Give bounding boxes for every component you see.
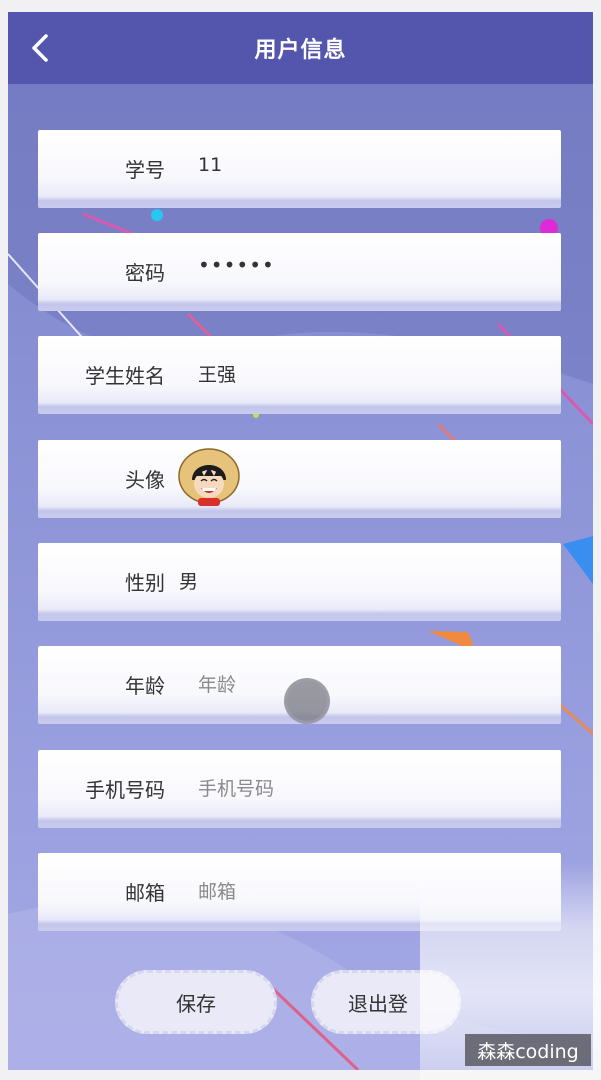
password-value[interactable]: •••••• bbox=[198, 253, 275, 277]
student-id-field[interactable]: 学号 11 bbox=[38, 130, 561, 208]
avatar[interactable] bbox=[178, 446, 242, 508]
student-name-label: 学生姓名 bbox=[85, 364, 165, 388]
gender-field[interactable]: 性别 男 bbox=[38, 543, 561, 621]
gender-label: 性别 bbox=[125, 571, 165, 595]
watermark: 森森coding bbox=[465, 1034, 591, 1066]
student-name-value[interactable]: 王强 bbox=[198, 360, 236, 387]
student-id-value[interactable]: 11 bbox=[198, 154, 222, 176]
save-button[interactable]: 保存 bbox=[115, 970, 277, 1034]
age-input[interactable]: 年龄 bbox=[198, 670, 236, 697]
student-id-label: 学号 bbox=[125, 158, 165, 182]
gender-value[interactable]: 男 bbox=[179, 567, 198, 594]
email-label: 邮箱 bbox=[125, 881, 165, 905]
page-title: 用户信息 bbox=[254, 38, 347, 63]
avatar-field[interactable]: 头像 bbox=[38, 440, 561, 518]
password-label: 密码 bbox=[125, 261, 165, 285]
touch-indicator bbox=[284, 678, 330, 724]
email-input[interactable]: 邮箱 bbox=[198, 877, 236, 904]
avatar-label: 头像 bbox=[125, 468, 165, 492]
app-header: 用户信息 bbox=[8, 12, 593, 84]
password-field[interactable]: 密码 •••••• bbox=[38, 233, 561, 311]
phone-input[interactable]: 手机号码 bbox=[198, 774, 274, 801]
student-name-field[interactable]: 学生姓名 王强 bbox=[38, 336, 561, 414]
age-label: 年龄 bbox=[125, 674, 165, 698]
phone-field[interactable]: 手机号码 手机号码 bbox=[38, 750, 561, 828]
phone-label: 手机号码 bbox=[85, 778, 165, 802]
